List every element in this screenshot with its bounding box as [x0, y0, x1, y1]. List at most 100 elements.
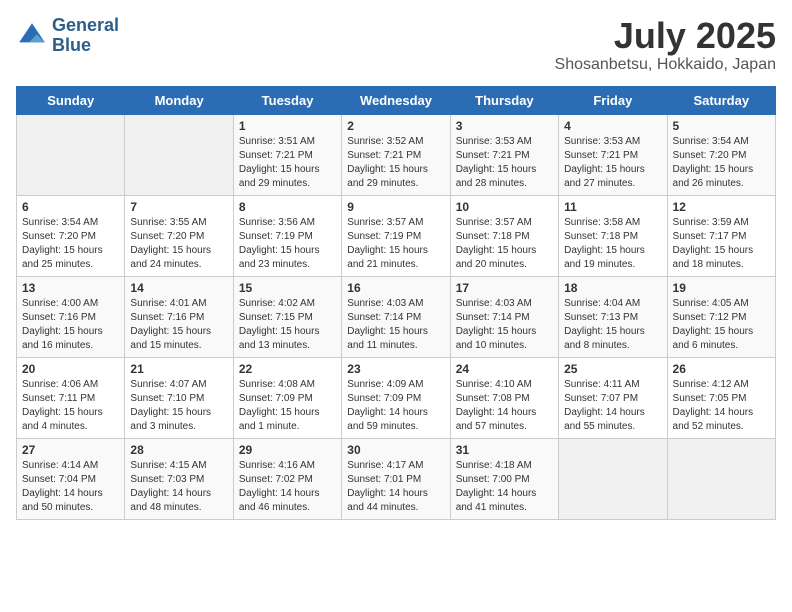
page-header: General Blue July 2025 Shosanbetsu, Hokk…: [16, 16, 776, 74]
cell-content: Sunrise: 4:16 AMSunset: 7:02 PMDaylight:…: [239, 459, 336, 515]
calendar-cell: 31Sunrise: 4:18 AMSunset: 7:00 PMDayligh…: [450, 438, 558, 519]
calendar-cell: 27Sunrise: 4:14 AMSunset: 7:04 PMDayligh…: [17, 438, 125, 519]
sunset-text: Sunset: 7:20 PM: [673, 149, 770, 163]
day-number: 2: [347, 119, 444, 133]
weekday-header-monday: Monday: [125, 86, 233, 114]
daylight-text: Daylight: 15 hours and 29 minutes.: [347, 163, 444, 191]
cell-content: Sunrise: 4:03 AMSunset: 7:14 PMDaylight:…: [347, 297, 444, 353]
sunrise-text: Sunrise: 3:51 AM: [239, 135, 336, 149]
cell-content: Sunrise: 4:17 AMSunset: 7:01 PMDaylight:…: [347, 459, 444, 515]
week-row: 20Sunrise: 4:06 AMSunset: 7:11 PMDayligh…: [17, 357, 776, 438]
week-row: 1Sunrise: 3:51 AMSunset: 7:21 PMDaylight…: [17, 114, 776, 195]
sunset-text: Sunset: 7:08 PM: [456, 392, 553, 406]
day-number: 31: [456, 443, 553, 457]
daylight-text: Daylight: 14 hours and 52 minutes.: [673, 406, 770, 434]
sunset-text: Sunset: 7:01 PM: [347, 473, 444, 487]
sunrise-text: Sunrise: 3:58 AM: [564, 216, 661, 230]
sunset-text: Sunset: 7:04 PM: [22, 473, 119, 487]
sunrise-text: Sunrise: 4:09 AM: [347, 378, 444, 392]
sunset-text: Sunset: 7:02 PM: [239, 473, 336, 487]
daylight-text: Daylight: 15 hours and 24 minutes.: [130, 244, 227, 272]
sunrise-text: Sunrise: 3:56 AM: [239, 216, 336, 230]
sunset-text: Sunset: 7:10 PM: [130, 392, 227, 406]
calendar-cell: 20Sunrise: 4:06 AMSunset: 7:11 PMDayligh…: [17, 357, 125, 438]
calendar-cell: 24 Sunrise: 4:10 AMSunset: 7:08 PMDayligh…: [450, 357, 558, 438]
sunrise-text: Sunrise: 3:57 AM: [456, 216, 553, 230]
daylight-text: Daylight: 15 hours and 11 minutes.: [347, 325, 444, 353]
calendar-cell: 7Sunrise: 3:55 AMSunset: 7:20 PMDaylight…: [125, 195, 233, 276]
daylight-text: Daylight: 15 hours and 3 minutes.: [130, 406, 227, 434]
sunrise-text: Sunrise: 4:02 AM: [239, 297, 336, 311]
sunset-text: Sunset: 7:15 PM: [239, 311, 336, 325]
calendar-body: 1Sunrise: 3:51 AMSunset: 7:21 PMDaylight…: [17, 114, 776, 519]
calendar-cell: 4Sunrise: 3:53 AMSunset: 7:21 PMDaylight…: [559, 114, 667, 195]
cell-content: Sunrise: 3:57 AMSunset: 7:19 PMDaylight:…: [347, 216, 444, 272]
cell-content: Sunrise: 4:12 AMSunset: 7:05 PMDaylight:…: [673, 378, 770, 434]
weekday-header-thursday: Thursday: [450, 86, 558, 114]
weekday-header-saturday: Saturday: [667, 86, 775, 114]
logo-icon: [16, 20, 48, 52]
sunset-text: Sunset: 7:03 PM: [130, 473, 227, 487]
calendar-cell: 1Sunrise: 3:51 AMSunset: 7:21 PMDaylight…: [233, 114, 341, 195]
calendar-cell: 28 Sunrise: 4:15 AMSunset: 7:03 PMDayligh…: [125, 438, 233, 519]
sunrise-text: Sunrise: 4:18 AM: [456, 459, 553, 473]
daylight-text: Daylight: 15 hours and 16 minutes.: [22, 325, 119, 353]
day-number: 17: [456, 281, 553, 295]
sunset-text: Sunset: 7:14 PM: [347, 311, 444, 325]
cell-content: Sunrise: 4:08 AMSunset: 7:09 PMDaylight:…: [239, 378, 336, 434]
daylight-text: Daylight: 15 hours and 4 minutes.: [22, 406, 119, 434]
cell-content: Sunrise: 4:02 AMSunset: 7:15 PMDaylight:…: [239, 297, 336, 353]
calendar-cell: 25Sunrise: 4:11 AMSunset: 7:07 PMDayligh…: [559, 357, 667, 438]
day-number: 16: [347, 281, 444, 295]
cell-content: Sunrise: 4:10 AMSunset: 7:08 PMDaylight:…: [456, 378, 553, 434]
sunrise-text: Sunrise: 4:15 AM: [130, 459, 227, 473]
sunrise-text: Sunrise: 4:03 AM: [456, 297, 553, 311]
calendar-cell: [125, 114, 233, 195]
day-number: 9: [347, 200, 444, 214]
sunrise-text: Sunrise: 4:11 AM: [564, 378, 661, 392]
sunset-text: Sunset: 7:20 PM: [22, 230, 119, 244]
day-number: 1: [239, 119, 336, 133]
day-number: 28: [130, 443, 227, 457]
weekday-row: SundayMondayTuesdayWednesdayThursdayFrid…: [17, 86, 776, 114]
cell-content: Sunrise: 4:06 AMSunset: 7:11 PMDaylight:…: [22, 378, 119, 434]
daylight-text: Daylight: 15 hours and 20 minutes.: [456, 244, 553, 272]
cell-content: Sunrise: 3:58 AMSunset: 7:18 PMDaylight:…: [564, 216, 661, 272]
day-number: 8: [239, 200, 336, 214]
calendar-cell: 3Sunrise: 3:53 AMSunset: 7:21 PMDaylight…: [450, 114, 558, 195]
sunrise-text: Sunrise: 4:05 AM: [673, 297, 770, 311]
sunrise-text: Sunrise: 3:53 AM: [564, 135, 661, 149]
week-row: 27Sunrise: 4:14 AMSunset: 7:04 PMDayligh…: [17, 438, 776, 519]
day-number: 10: [456, 200, 553, 214]
daylight-text: Daylight: 15 hours and 15 minutes.: [130, 325, 227, 353]
day-number: 12: [673, 200, 770, 214]
cell-content: Sunrise: 4:04 AMSunset: 7:13 PMDaylight:…: [564, 297, 661, 353]
sunset-text: Sunset: 7:21 PM: [347, 149, 444, 163]
calendar-cell: 30Sunrise: 4:17 AMSunset: 7:01 PMDayligh…: [342, 438, 450, 519]
cell-content: Sunrise: 3:59 AMSunset: 7:17 PMDaylight:…: [673, 216, 770, 272]
calendar-cell: [559, 438, 667, 519]
cell-content: Sunrise: 4:09 AMSunset: 7:09 PMDaylight:…: [347, 378, 444, 434]
sunrise-text: Sunrise: 4:17 AM: [347, 459, 444, 473]
daylight-text: Daylight: 14 hours and 48 minutes.: [130, 487, 227, 515]
cell-content: Sunrise: 4:11 AMSunset: 7:07 PMDaylight:…: [564, 378, 661, 434]
calendar-cell: 13Sunrise: 4:00 AMSunset: 7:16 PMDayligh…: [17, 276, 125, 357]
daylight-text: Daylight: 15 hours and 26 minutes.: [673, 163, 770, 191]
sunset-text: Sunset: 7:17 PM: [673, 230, 770, 244]
sunrise-text: Sunrise: 4:14 AM: [22, 459, 119, 473]
daylight-text: Daylight: 15 hours and 25 minutes.: [22, 244, 119, 272]
daylight-text: Daylight: 14 hours and 55 minutes.: [564, 406, 661, 434]
daylight-text: Daylight: 15 hours and 13 minutes.: [239, 325, 336, 353]
sunset-text: Sunset: 7:21 PM: [456, 149, 553, 163]
sunrise-text: Sunrise: 4:10 AM: [456, 378, 553, 392]
sunset-text: Sunset: 7:05 PM: [673, 392, 770, 406]
daylight-text: Daylight: 14 hours and 57 minutes.: [456, 406, 553, 434]
cell-content: Sunrise: 4:15 AMSunset: 7:03 PMDaylight:…: [130, 459, 227, 515]
cell-content: Sunrise: 3:54 AMSunset: 7:20 PMDaylight:…: [22, 216, 119, 272]
day-number: 6: [22, 200, 119, 214]
title-block: July 2025 Shosanbetsu, Hokkaido, Japan: [555, 16, 776, 74]
calendar-subtitle: Shosanbetsu, Hokkaido, Japan: [555, 56, 776, 74]
daylight-text: Daylight: 15 hours and 27 minutes.: [564, 163, 661, 191]
day-number: 24: [456, 362, 553, 376]
day-number: 19: [673, 281, 770, 295]
